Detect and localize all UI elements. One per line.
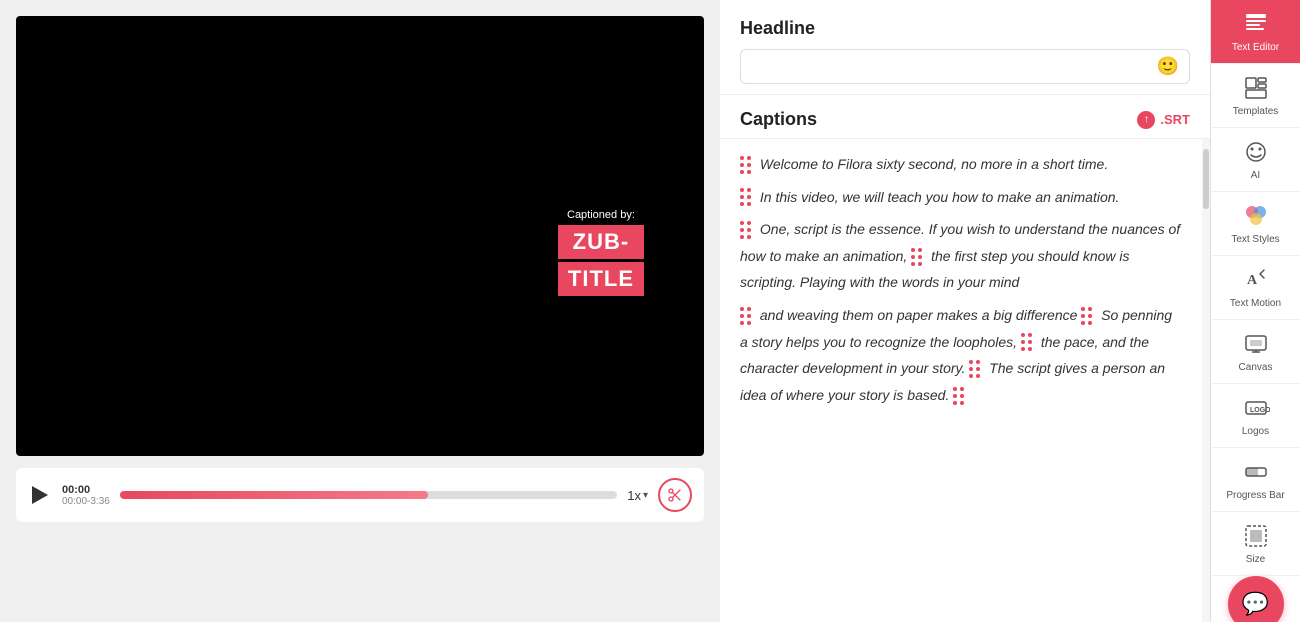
text-editor-label: Text Editor — [1232, 42, 1279, 53]
upload-icon: ↑ — [1137, 111, 1155, 129]
templates-icon — [1242, 74, 1270, 102]
caption-line-1: Welcome to Filora sixty second, no more … — [740, 151, 1182, 178]
canvas-label: Canvas — [1239, 362, 1273, 373]
caption-line-2: In this video, we will teach you how to … — [740, 184, 1182, 211]
subtitle-line2: TITLE — [558, 262, 644, 296]
text-motion-label: Text Motion — [1230, 298, 1281, 309]
drag-handle-3[interactable] — [740, 221, 752, 240]
headline-label: Headline — [740, 18, 1190, 39]
right-sidebar: Text Editor Templates AI Text Styles — [1210, 0, 1300, 622]
sidebar-item-progress-bar[interactable]: Progress Bar — [1211, 448, 1300, 512]
drag-handle-2[interactable] — [740, 188, 752, 207]
text-styles-label: Text Styles — [1231, 234, 1279, 245]
captions-area: Welcome to Filora sixty second, no more … — [720, 139, 1210, 622]
time-current: 00:00 — [62, 484, 110, 496]
middle-panel: Headline 🙂 Captions ↑ .SRT Welc — [720, 0, 1210, 622]
headline-input[interactable] — [751, 59, 1157, 75]
speed-value: 1x — [627, 488, 641, 503]
size-label: Size — [1246, 554, 1265, 565]
caption-line-4: and weaving them on paper makes a big di… — [740, 302, 1182, 408]
captioned-by-label: Captioned by: — [558, 209, 644, 221]
text-styles-icon — [1242, 202, 1270, 230]
templates-label: Templates — [1233, 106, 1279, 117]
drag-handle-1[interactable] — [740, 156, 752, 175]
text-editor-icon — [1242, 10, 1270, 38]
playback-controls: 00:00 00:00-3:36 1x ▾ — [16, 468, 704, 522]
ai-icon — [1242, 138, 1270, 166]
logos-icon: LOGO — [1242, 394, 1270, 422]
srt-upload-button[interactable]: ↑ .SRT — [1137, 111, 1190, 129]
headline-input-row[interactable]: 🙂 — [740, 49, 1190, 84]
svg-text:A: A — [1247, 273, 1258, 288]
headline-section: Headline 🙂 — [720, 0, 1210, 95]
progress-bar[interactable] — [120, 491, 617, 499]
speed-chevron-icon: ▾ — [643, 490, 648, 501]
progress-bar-label: Progress Bar — [1226, 490, 1284, 501]
drag-handle-inline-2[interactable] — [1081, 307, 1093, 326]
caption-line-3: One, script is the essence. If you wish … — [740, 216, 1182, 296]
text-motion-icon: A — [1242, 266, 1270, 294]
sidebar-item-ai[interactable]: AI — [1211, 128, 1300, 192]
upgrade-icon: 💬 — [1242, 591, 1269, 617]
subtitle-overlay: Captioned by: ZUB- TITLE — [558, 209, 644, 299]
srt-label: .SRT — [1160, 112, 1190, 127]
logos-label: Logos — [1242, 426, 1269, 437]
sidebar-item-templates[interactable]: Templates — [1211, 64, 1300, 128]
drag-dots-3 — [740, 221, 752, 240]
svg-text:LOGO: LOGO — [1250, 407, 1270, 414]
speed-selector[interactable]: 1x ▾ — [627, 488, 648, 503]
emoji-button[interactable]: 🙂 — [1157, 56, 1179, 77]
drag-handle-inline-5[interactable] — [953, 387, 965, 406]
drag-handle-inline-3[interactable] — [1021, 333, 1033, 352]
sidebar-item-text-editor[interactable]: Text Editor — [1211, 0, 1300, 64]
drag-handle-inline-4[interactable] — [969, 360, 981, 379]
play-button[interactable] — [28, 483, 52, 507]
play-icon — [32, 486, 48, 504]
upgrade-button[interactable]: 💬 — [1228, 576, 1284, 622]
sidebar-item-size[interactable]: Size — [1211, 512, 1300, 576]
drag-handle-inline-1[interactable] — [911, 248, 923, 267]
progress-bar-icon — [1242, 458, 1270, 486]
drag-dots-1 — [740, 156, 752, 175]
sidebar-item-canvas[interactable]: Canvas — [1211, 320, 1300, 384]
progress-fill — [120, 491, 428, 499]
time-display: 00:00 00:00-3:36 — [62, 484, 110, 507]
sidebar-item-text-motion[interactable]: A Text Motion — [1211, 256, 1300, 320]
sidebar-item-logos[interactable]: LOGO Logos — [1211, 384, 1300, 448]
size-icon — [1242, 522, 1270, 550]
drag-handle-4[interactable] — [740, 307, 752, 326]
time-total: 00:00-3:36 — [62, 496, 110, 507]
captions-label: Captions — [740, 109, 817, 130]
left-panel: Captioned by: ZUB- TITLE 00:00 00:00-3:3… — [0, 0, 720, 622]
drag-dots-4 — [740, 307, 752, 326]
scrollbar-thumb — [1203, 149, 1209, 209]
captions-header: Captions ↑ .SRT — [720, 95, 1210, 139]
drag-dots-2 — [740, 188, 752, 207]
sidebar-item-text-styles[interactable]: Text Styles — [1211, 192, 1300, 256]
scissors-button[interactable] — [658, 478, 692, 512]
captions-content[interactable]: Welcome to Filora sixty second, no more … — [720, 139, 1202, 622]
video-preview: Captioned by: ZUB- TITLE — [16, 16, 704, 456]
canvas-icon — [1242, 330, 1270, 358]
subtitle-line1: ZUB- — [558, 225, 644, 259]
scrollbar[interactable] — [1202, 139, 1210, 622]
ai-label: AI — [1251, 170, 1260, 181]
scissors-icon — [667, 487, 683, 503]
